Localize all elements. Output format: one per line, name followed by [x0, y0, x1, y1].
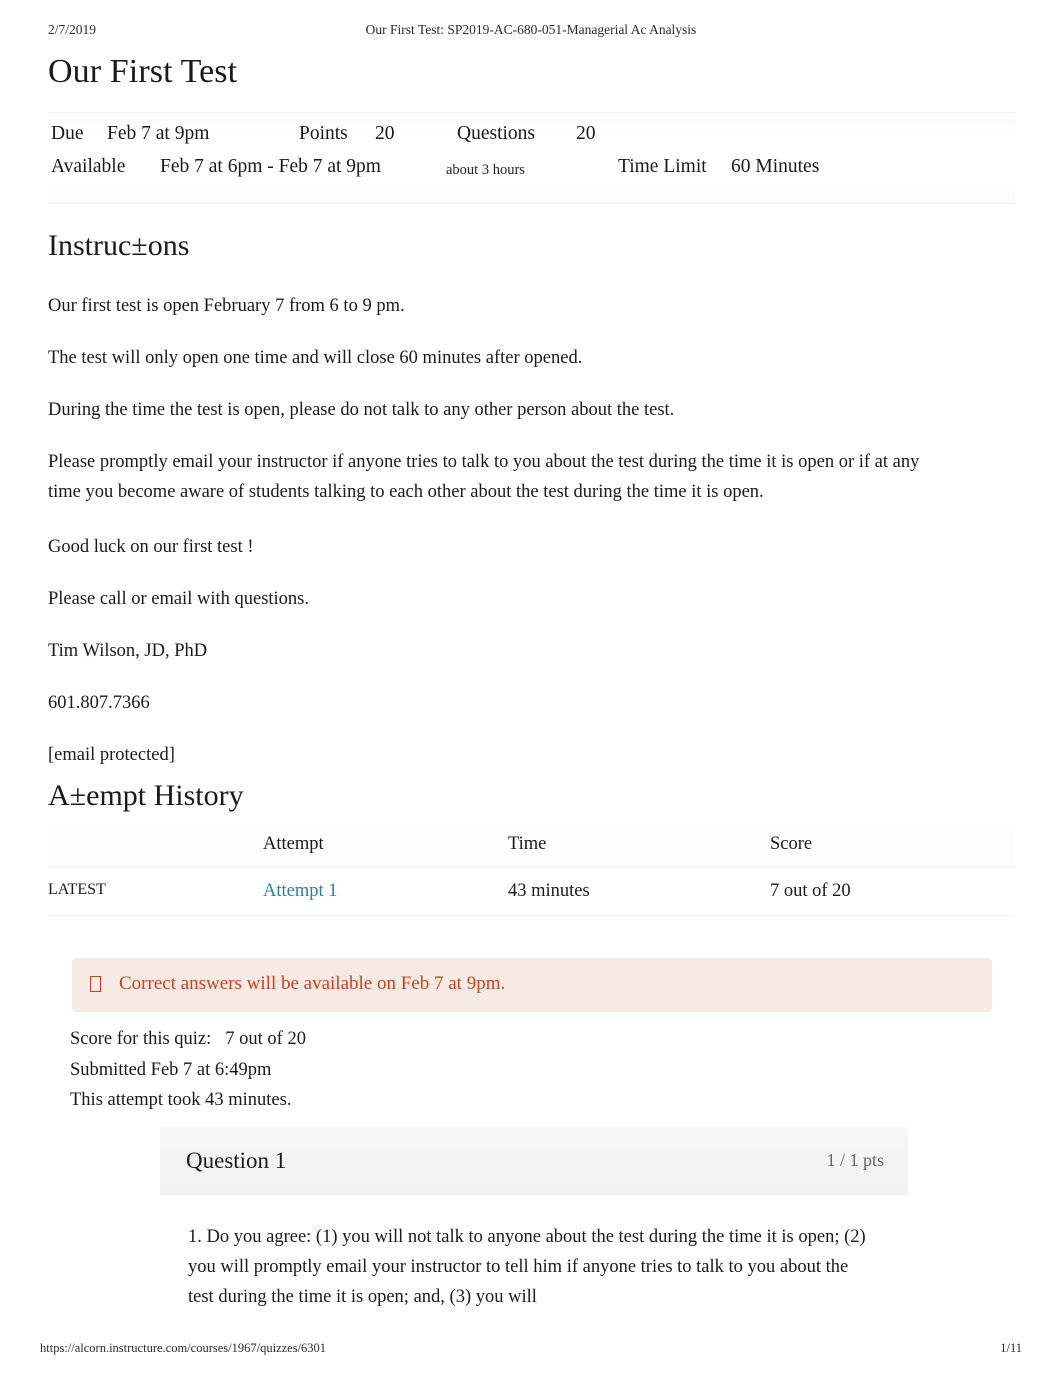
score-value: 7 out of 20	[225, 1029, 306, 1049]
instructions-heading: Instruc±ons	[48, 229, 190, 262]
available-label: Available	[51, 156, 126, 177]
column-header-attempt: Attempt	[263, 830, 508, 868]
info-icon	[90, 976, 101, 993]
attempt-link[interactable]: Attempt 1	[263, 881, 338, 901]
attempt-duration-line: This attempt took 43 minutes.	[70, 1090, 292, 1111]
due-label: Due	[51, 123, 84, 144]
time-limit-label: Time Limit	[618, 156, 707, 177]
column-header-kept	[48, 830, 263, 868]
instructions-paragraph: The test will only open one time and wil…	[48, 347, 583, 368]
available-value: Feb 7 at 6pm - Feb 7 at 9pm	[160, 156, 381, 177]
instructions-paragraph: Good luck on our first test !	[48, 536, 254, 557]
questions-value: 20	[576, 123, 596, 144]
quiz-meta-row-1: Due Feb 7 at 9pm Points 20 Questions 20	[48, 123, 1015, 156]
attempt-kept-badge: LATEST	[48, 867, 263, 916]
column-header-score: Score	[770, 830, 1015, 868]
print-header: 2/7/2019 Our First Test: SP2019-AC-680-0…	[48, 22, 1014, 42]
available-duration: about 3 hours	[446, 162, 525, 178]
question-points: 1 / 1 pts	[826, 1150, 884, 1170]
attempt-score: 7 out of 20	[770, 867, 1015, 916]
instructions-body: Our first test is open February 7 from 6…	[48, 292, 948, 793]
questions-label: Questions	[457, 123, 535, 144]
points-label: Points	[299, 123, 348, 144]
time-limit-value: 60 Minutes	[731, 156, 820, 177]
score-for-quiz-line: Score for this quiz: 7 out of 20	[70, 1024, 306, 1055]
attempt-history-heading: A±empt History	[48, 779, 244, 812]
page-title: Our First Test	[48, 53, 238, 90]
instructions-paragraph: Please promptly email your instructor if…	[48, 451, 920, 502]
points-value: 20	[375, 123, 395, 144]
due-value: Feb 7 at 9pm	[107, 123, 210, 144]
question-body: 1. Do you agree: (1) you will not talk t…	[160, 1195, 893, 1335]
column-header-time: Time	[508, 830, 770, 868]
question-card: Question 1 1 / 1 pts 1. Do you agree: (1…	[160, 1127, 908, 1335]
attempt-history-table: Attempt Time Score LATEST Attempt 1 43 m…	[48, 830, 1015, 916]
footer-page-number: 1/11	[1000, 1341, 1022, 1355]
instructions-paragraph: During the time the test is open, please…	[48, 399, 675, 420]
quiz-meta-block: Due Feb 7 at 9pm Points 20 Questions 20 …	[48, 112, 1015, 204]
footer-url: https://alcorn.instructure.com/courses/1…	[40, 1341, 327, 1355]
attempt-link-cell: Attempt 1	[263, 867, 508, 916]
instructor-email: [email protected]	[48, 744, 175, 765]
print-document-title: Our First Test: SP2019-AC-680-051-Manage…	[365, 22, 697, 37]
instructor-name: Tim Wilson, JD, PhD	[48, 640, 208, 661]
submitted-line: Submitted Feb 7 at 6:49pm	[70, 1059, 272, 1080]
instructor-phone: 601.807.7366	[48, 692, 150, 713]
score-summary: Score for this quiz: 7 out of 20 Submitte…	[70, 1024, 306, 1116]
question-header: Question 1 1 / 1 pts	[160, 1127, 908, 1195]
question-title: Question 1	[186, 1147, 287, 1173]
table-row: LATEST Attempt 1 43 minutes 7 out of 20	[48, 867, 1015, 916]
print-footer: https://alcorn.instructure.com/courses/1…	[40, 1341, 1022, 1359]
instructions-paragraph: Our first test is open February 7 from 6…	[48, 296, 405, 316]
table-header-row: Attempt Time Score	[48, 830, 1015, 868]
quiz-meta-row-2: Available Feb 7 at 6pm - Feb 7 at 9pm ab…	[48, 156, 1015, 189]
instructions-paragraph: Please call or email with questions.	[48, 588, 309, 609]
score-label: Score for this quiz:	[70, 1029, 212, 1049]
correct-answers-alert: Correct answers will be available on Feb…	[72, 958, 992, 1012]
question-text: 1. Do you agree: (1) you will not talk t…	[188, 1227, 866, 1307]
alert-message: Correct answers will be available on Feb…	[119, 973, 506, 994]
attempt-time: 43 minutes	[508, 867, 770, 916]
